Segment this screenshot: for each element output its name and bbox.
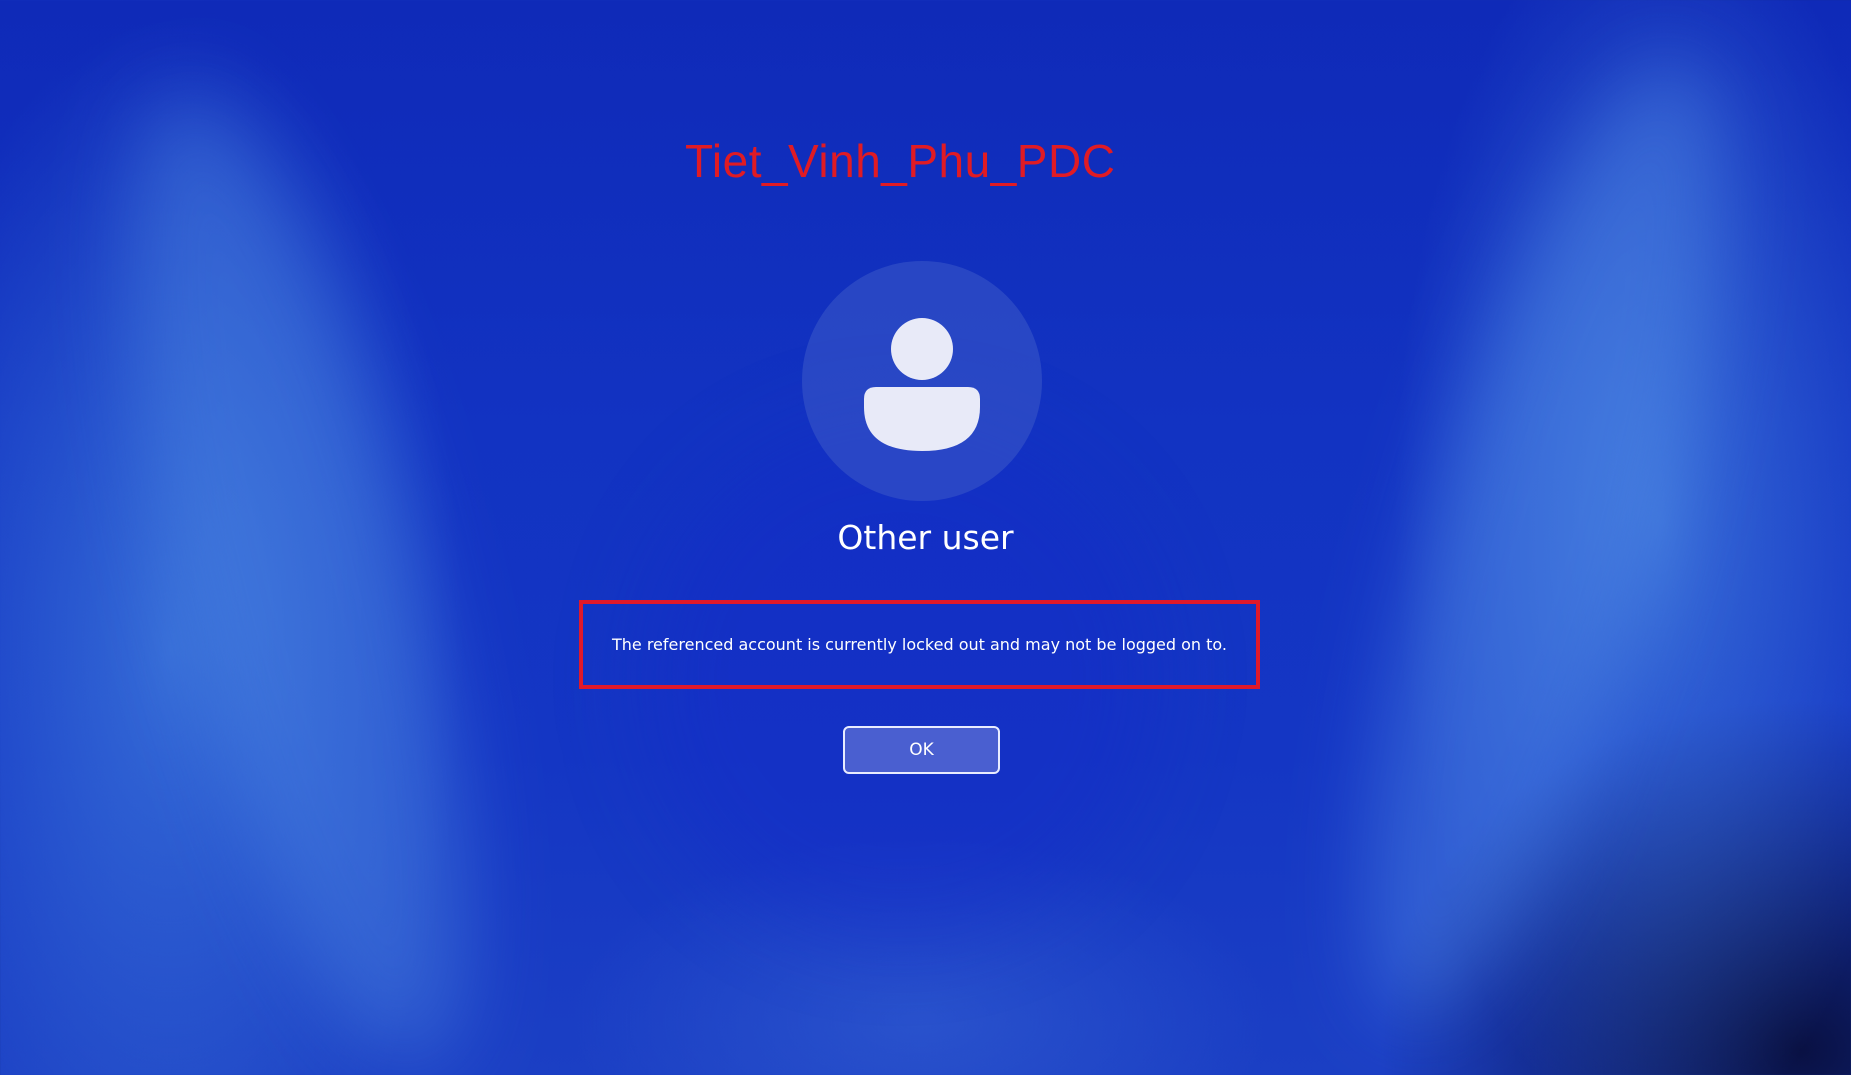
wallpaper-streak xyxy=(62,65,538,1075)
error-message-box: The referenced account is currently lock… xyxy=(579,600,1260,689)
avatar xyxy=(802,261,1042,501)
user-name: Other user xyxy=(837,518,1014,557)
person-icon xyxy=(864,318,980,451)
ok-button[interactable]: OK xyxy=(843,726,1000,774)
error-message-text: The referenced account is currently lock… xyxy=(611,635,1228,654)
watermark-text: Tiet_Vinh_Phu_PDC xyxy=(685,135,1116,187)
